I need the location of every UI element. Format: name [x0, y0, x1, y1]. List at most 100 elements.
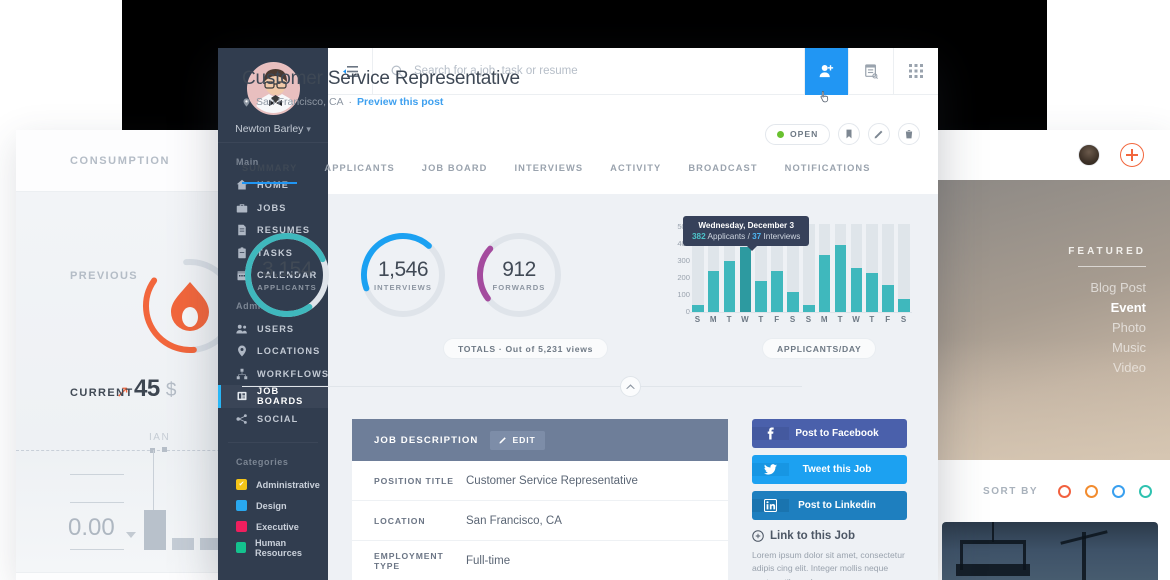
avatar — [1078, 144, 1100, 166]
edit-button[interactable] — [868, 123, 890, 145]
add-user-button[interactable] — [804, 48, 848, 95]
chart-bar-fill — [866, 273, 878, 312]
row-key: LOCATION — [374, 516, 466, 526]
donut-value: 1,546 — [378, 258, 428, 282]
donut-interviews: 1,546 INTERVIEWS — [358, 230, 448, 320]
color-swatch-administrative — [236, 479, 247, 490]
board-icon — [236, 390, 248, 402]
featured-item-blog-post[interactable]: Blog Post — [1090, 280, 1146, 295]
totals-pill: TOTALS · Out of 5,231 views — [443, 338, 608, 359]
trash-icon — [904, 129, 914, 139]
sidebar-item-social[interactable]: SOCIAL — [218, 408, 328, 431]
sort-option-1[interactable] — [1058, 485, 1071, 498]
sidebar-item-job-boards[interactable]: JOB BOARDS — [218, 385, 328, 408]
sort-option-4[interactable] — [1139, 485, 1152, 498]
chart-bar-column[interactable] — [833, 224, 848, 312]
sidebar-item-users[interactable]: USERS — [218, 318, 328, 341]
photo-detail — [956, 564, 1030, 576]
chart-bar-fill — [724, 261, 736, 312]
chart-axis-line — [688, 312, 912, 313]
sort-by-label: SORT BY — [983, 486, 1038, 497]
tweet-this-job-button[interactable]: Tweet this Job — [752, 455, 907, 484]
sitemap-icon — [236, 368, 248, 380]
bookmark-button[interactable] — [838, 123, 860, 145]
chart-bar-fill — [851, 268, 863, 312]
chart-x-tick: S — [896, 315, 911, 324]
tab-interviews[interactable]: INTERVIEWS — [514, 163, 583, 184]
donut-applicants: 3,154 APPLICANTS — [242, 230, 332, 320]
row-value: Full-time — [466, 555, 510, 567]
delete-button[interactable] — [898, 123, 920, 145]
featured-item-event[interactable]: Event — [1090, 300, 1146, 315]
sort-option-3[interactable] — [1112, 485, 1125, 498]
chart-bar-fill — [740, 247, 752, 312]
featured-item-video[interactable]: Video — [1090, 360, 1146, 375]
chart-bar-column[interactable] — [896, 224, 911, 312]
chart-bar-column[interactable] — [849, 224, 864, 312]
tab-broadcast[interactable]: BROADCAST — [688, 163, 757, 184]
row-key: EMPLOYMENT TYPE — [374, 551, 466, 571]
applicants-per-day-pill: APPLICANTS/DAY — [762, 338, 876, 359]
job-description-header: JOB DESCRIPTION EDIT — [352, 419, 728, 461]
table-row: LOCATION San Francisco, CA — [352, 501, 728, 541]
chart-x-tick: W — [849, 315, 864, 324]
sidebar-item-label: LOCATIONS — [257, 346, 320, 356]
add-circle-icon[interactable] — [1120, 143, 1144, 167]
chart-x-tick: M — [706, 315, 721, 324]
tooltip-arrow — [747, 246, 757, 251]
current-label: CURRENT — [70, 387, 134, 399]
chart-tooltip: Wednesday, December 3 382 Applicants / 3… — [683, 216, 809, 246]
chart-bar-fill — [803, 305, 815, 312]
chart-bar-column[interactable] — [880, 224, 895, 312]
post-to-facebook-button[interactable]: Post to Facebook — [752, 419, 907, 448]
status-badge[interactable]: OPEN — [765, 124, 830, 145]
chart-bar-column[interactable] — [817, 224, 832, 312]
tab-applicants[interactable]: APPLICANTS — [324, 163, 394, 184]
sort-option-2[interactable] — [1085, 485, 1098, 498]
job-description-title: JOB DESCRIPTION — [374, 435, 478, 446]
category-administrative[interactable]: Administrative — [218, 474, 328, 495]
chart-bar-fill — [787, 292, 799, 312]
tooltip-date: Wednesday, December 3 — [692, 221, 800, 230]
chart-x-tick: T — [722, 315, 737, 324]
donut-label: APPLICANTS — [257, 283, 317, 292]
tooltip-interviews-label: Interviews — [764, 232, 801, 241]
category-design[interactable]: Design — [218, 495, 328, 516]
page-title: Customer Service Representative — [242, 68, 520, 90]
marker-line — [153, 450, 154, 512]
page-subtitle: San Francisco, CA · Preview this post — [242, 96, 443, 108]
category-human-resources[interactable]: Human Resources — [218, 537, 328, 558]
chart-x-tick: T — [753, 315, 768, 324]
chart-bar-column[interactable] — [864, 224, 879, 312]
chart-x-tick: S — [690, 315, 705, 324]
chart-bar-fill — [692, 305, 704, 312]
donut-value: 912 — [502, 258, 536, 282]
tooltip-stats: 382 Applicants / 37 Interviews — [692, 232, 800, 241]
edit-job-description-button[interactable]: EDIT — [490, 431, 544, 450]
category-label: Executive — [256, 522, 299, 532]
tab-job-board[interactable]: JOB BOARD — [422, 163, 488, 184]
chart-bar-fill — [771, 271, 783, 312]
archive-button[interactable] — [848, 48, 893, 95]
sidebar-item-jobs[interactable]: JOBS — [218, 197, 328, 220]
tab-summary[interactable]: SUMMARY — [242, 163, 297, 184]
preview-post-link[interactable]: Preview this post — [357, 96, 443, 108]
apps-grid-button[interactable] — [893, 48, 938, 95]
user-name-text: Newton Barley — [235, 123, 303, 135]
link-to-job-heading: Link to this Job — [752, 530, 907, 542]
category-executive[interactable]: Executive — [218, 516, 328, 537]
subtitle-separator: · — [349, 96, 353, 108]
post-to-linkedin-button[interactable]: Post to Linkedin — [752, 491, 907, 520]
collapse-section-button[interactable] — [620, 376, 641, 397]
sidebar-item-workflows[interactable]: WORKFLOWS — [218, 363, 328, 386]
stats-donuts: 3,154 APPLICANTS 1,546 INTERVIEWS 912 FO… — [242, 230, 564, 320]
facebook-icon — [752, 427, 789, 440]
tab-activity[interactable]: ACTIVITY — [610, 163, 661, 184]
sidebar-item-locations[interactable]: LOCATIONS — [218, 340, 328, 363]
color-swatch-human-resources — [236, 542, 246, 553]
featured-item-music[interactable]: Music — [1090, 340, 1146, 355]
location-text: San Francisco, CA — [256, 96, 344, 108]
tab-notifications[interactable]: NOTIFICATIONS — [785, 163, 871, 184]
photo-detail — [992, 522, 994, 542]
featured-item-photo[interactable]: Photo — [1090, 320, 1146, 335]
